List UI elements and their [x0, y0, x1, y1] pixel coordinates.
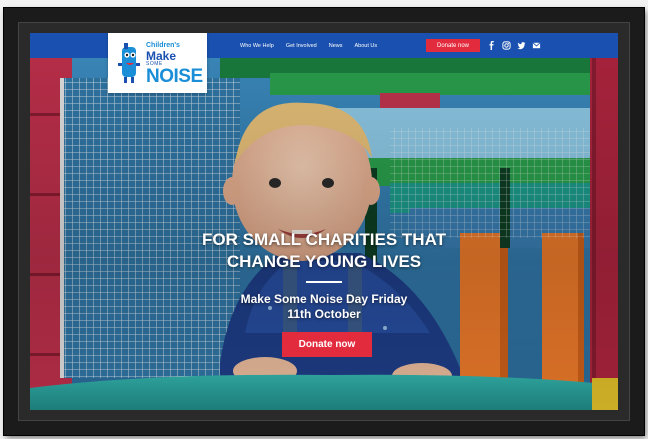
social-links	[487, 38, 541, 53]
hero-headline-line2: CHANGE YOUNG LIVES	[226, 252, 422, 271]
nav-link-get-involved[interactable]: Get Involved	[286, 43, 317, 49]
hero-donate-button[interactable]: Donate now	[282, 332, 372, 357]
hero-divider	[306, 281, 342, 283]
nav-link-about-us[interactable]: About Us	[354, 43, 377, 49]
website-screenshot: Who We Help Get Involved News About Us D…	[30, 33, 618, 410]
email-icon[interactable]	[532, 41, 541, 50]
twitter-icon[interactable]	[517, 41, 526, 50]
site-logo[interactable]: Children's Make SOME NOISE	[108, 33, 207, 93]
instagram-icon[interactable]	[502, 41, 511, 50]
nav-link-who-we-help[interactable]: Who We Help	[240, 43, 274, 49]
logo-text-noise: NOISE	[146, 66, 203, 87]
hero-subheading-line2: 11th October	[287, 307, 361, 321]
picture-frame: Who We Help Get Involved News About Us D…	[4, 8, 644, 435]
logo-text-childrens: Children's	[146, 42, 180, 49]
frame-mat: Who We Help Get Involved News About Us D…	[18, 22, 630, 421]
nav-donate-button[interactable]: Donate now	[426, 39, 480, 52]
mascot-icon	[118, 43, 140, 83]
main-navigation: Who We Help Get Involved News About Us	[240, 33, 377, 58]
hero-subheading-line1: Make Some Noise Day Friday	[240, 292, 408, 306]
facebook-icon[interactable]	[487, 41, 496, 50]
nav-link-news[interactable]: News	[329, 43, 343, 49]
hero-headline-line1: FOR SMALL CHARITIES THAT	[202, 230, 446, 249]
